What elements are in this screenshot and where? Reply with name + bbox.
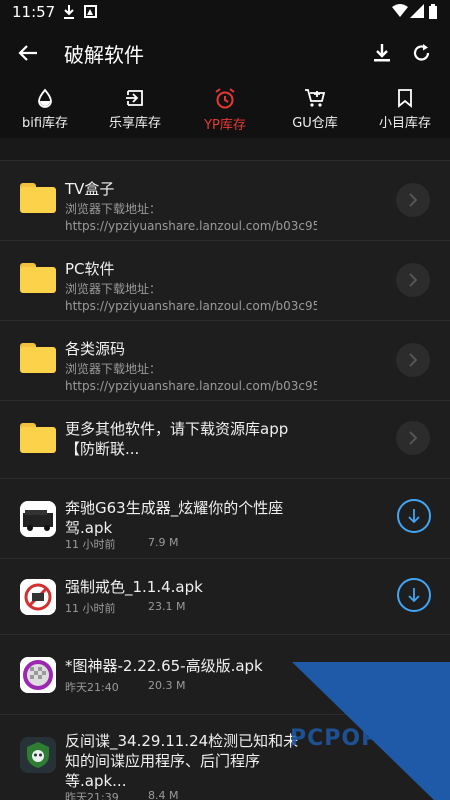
list-item[interactable]: 各类源码 浏览器下载地址： https://ypziyuanshare.lanz… xyxy=(0,320,450,400)
item-url: https://ypziyuanshare.lanzoul.com/b03c95… xyxy=(65,379,317,393)
category-tabs: bifi库存 乐享库存 YP库存 GU仓库 小目库存 xyxy=(0,82,450,138)
file-name: 奔驰G63生成器_炫耀你的个性座驾.apk xyxy=(65,499,284,537)
tab-label: 乐享库存 xyxy=(108,116,161,131)
bookmark-icon xyxy=(398,89,412,108)
watermark-text: PCPOP下载 xyxy=(290,726,425,751)
list-item[interactable]: 强制戒色_1.1.4.apk 11 小时前 23.1 M xyxy=(0,558,450,634)
file-size: 20.3 M xyxy=(148,679,186,692)
list-item[interactable]: PC软件 浏览器下载地址： https://ypziyuanshare.lanz… xyxy=(0,240,450,320)
file-name: *图神器-2.22.65-高级版.apk xyxy=(65,657,263,675)
download-button[interactable] xyxy=(368,39,396,67)
wifi-icon xyxy=(392,4,408,17)
item-title: 各类源码 xyxy=(65,340,126,358)
file-time: 11 小时前 xyxy=(65,602,116,615)
file-time: 11 小时前 xyxy=(65,538,116,551)
arrow-down-icon xyxy=(408,509,420,524)
list-item[interactable]: 奔驰G63生成器_炫耀你的个性座驾.apk 11 小时前 7.9 M xyxy=(0,478,450,558)
file-name: 强制戒色_1.1.4.apk xyxy=(65,578,203,596)
open-folder-button[interactable] xyxy=(396,263,430,297)
tab-bifi[interactable]: bifi库存 xyxy=(0,88,90,134)
alarm-icon xyxy=(215,88,235,109)
page-title: 破解软件 xyxy=(64,43,144,67)
battery-icon xyxy=(429,4,437,19)
tab-label: 小目库存 xyxy=(378,116,431,131)
login-icon xyxy=(126,90,143,106)
item-subtitle: 浏览器下载地址： xyxy=(65,202,162,216)
list-spacer xyxy=(0,138,450,160)
download-file-button[interactable] xyxy=(397,578,431,612)
tab-label: bifi库存 xyxy=(21,116,69,131)
signal-icon xyxy=(410,4,424,18)
download-status-icon xyxy=(64,5,74,19)
app-icon xyxy=(20,501,56,537)
arrow-left-icon xyxy=(18,45,37,61)
status-bar: 11:57 xyxy=(0,0,450,24)
item-title: PC软件 xyxy=(65,260,115,278)
chevron-right-icon xyxy=(409,353,418,367)
file-time: 昨天21:40 xyxy=(65,681,119,694)
list-item[interactable]: TV盒子 浏览器下载地址： https://ypziyuanshare.lanz… xyxy=(0,160,450,240)
file-size: 8.4 M xyxy=(148,789,179,800)
item-subtitle: 浏览器下载地址： xyxy=(65,282,162,296)
download-icon xyxy=(374,44,390,62)
refresh-icon xyxy=(413,44,430,61)
open-folder-button[interactable] xyxy=(396,343,430,377)
chevron-right-icon xyxy=(409,273,418,287)
droplet-icon xyxy=(38,88,52,108)
item-subtitle: 浏览器下载地址： xyxy=(65,362,162,376)
folder-icon xyxy=(20,263,56,293)
app-icon xyxy=(20,737,56,773)
item-title: TV盒子 xyxy=(65,180,115,198)
app-icon xyxy=(20,579,56,615)
cart-icon xyxy=(305,89,326,107)
item-url: https://ypziyuanshare.lanzoul.com/b03c95… xyxy=(65,299,317,313)
tab-xiaomu[interactable]: 小目库存 xyxy=(360,88,450,134)
item-url: https://ypziyuanshare.lanzoul.com/b03c95… xyxy=(65,219,317,233)
refresh-button[interactable] xyxy=(408,39,436,67)
file-size: 23.1 M xyxy=(148,600,186,613)
file-size: 7.9 M xyxy=(148,536,179,549)
app-status-icon xyxy=(84,5,97,18)
arrow-down-icon xyxy=(408,588,420,603)
file-name: 反间谍_34.29.11.24检测已知和未知的间谍应用程序、后门程序等.apk.… xyxy=(65,732,299,790)
app-bar: 破解软件 xyxy=(0,24,450,82)
list-item[interactable]: 更多其他软件，请下载资源库app【防断联... xyxy=(0,400,450,478)
tab-yp[interactable]: YP库存 xyxy=(180,88,270,134)
chevron-right-icon xyxy=(409,193,418,207)
status-time: 11:57 xyxy=(12,3,56,21)
folder-icon xyxy=(20,343,56,373)
folder-icon xyxy=(20,183,56,213)
back-button[interactable] xyxy=(14,39,42,67)
tab-lexiang[interactable]: 乐享库存 xyxy=(90,88,180,134)
open-folder-button[interactable] xyxy=(396,183,430,217)
tab-label: GU仓库 xyxy=(292,116,338,131)
item-title: 更多其他软件，请下载资源库app【防断联... xyxy=(65,420,289,458)
app-icon xyxy=(20,657,56,693)
open-folder-button[interactable] xyxy=(396,421,430,455)
file-time: 昨天21:39 xyxy=(65,791,119,800)
tab-gu[interactable]: GU仓库 xyxy=(270,88,360,134)
chevron-right-icon xyxy=(409,431,418,445)
folder-icon xyxy=(20,423,56,453)
download-file-button[interactable] xyxy=(397,499,431,533)
tab-label: YP库存 xyxy=(204,118,246,133)
